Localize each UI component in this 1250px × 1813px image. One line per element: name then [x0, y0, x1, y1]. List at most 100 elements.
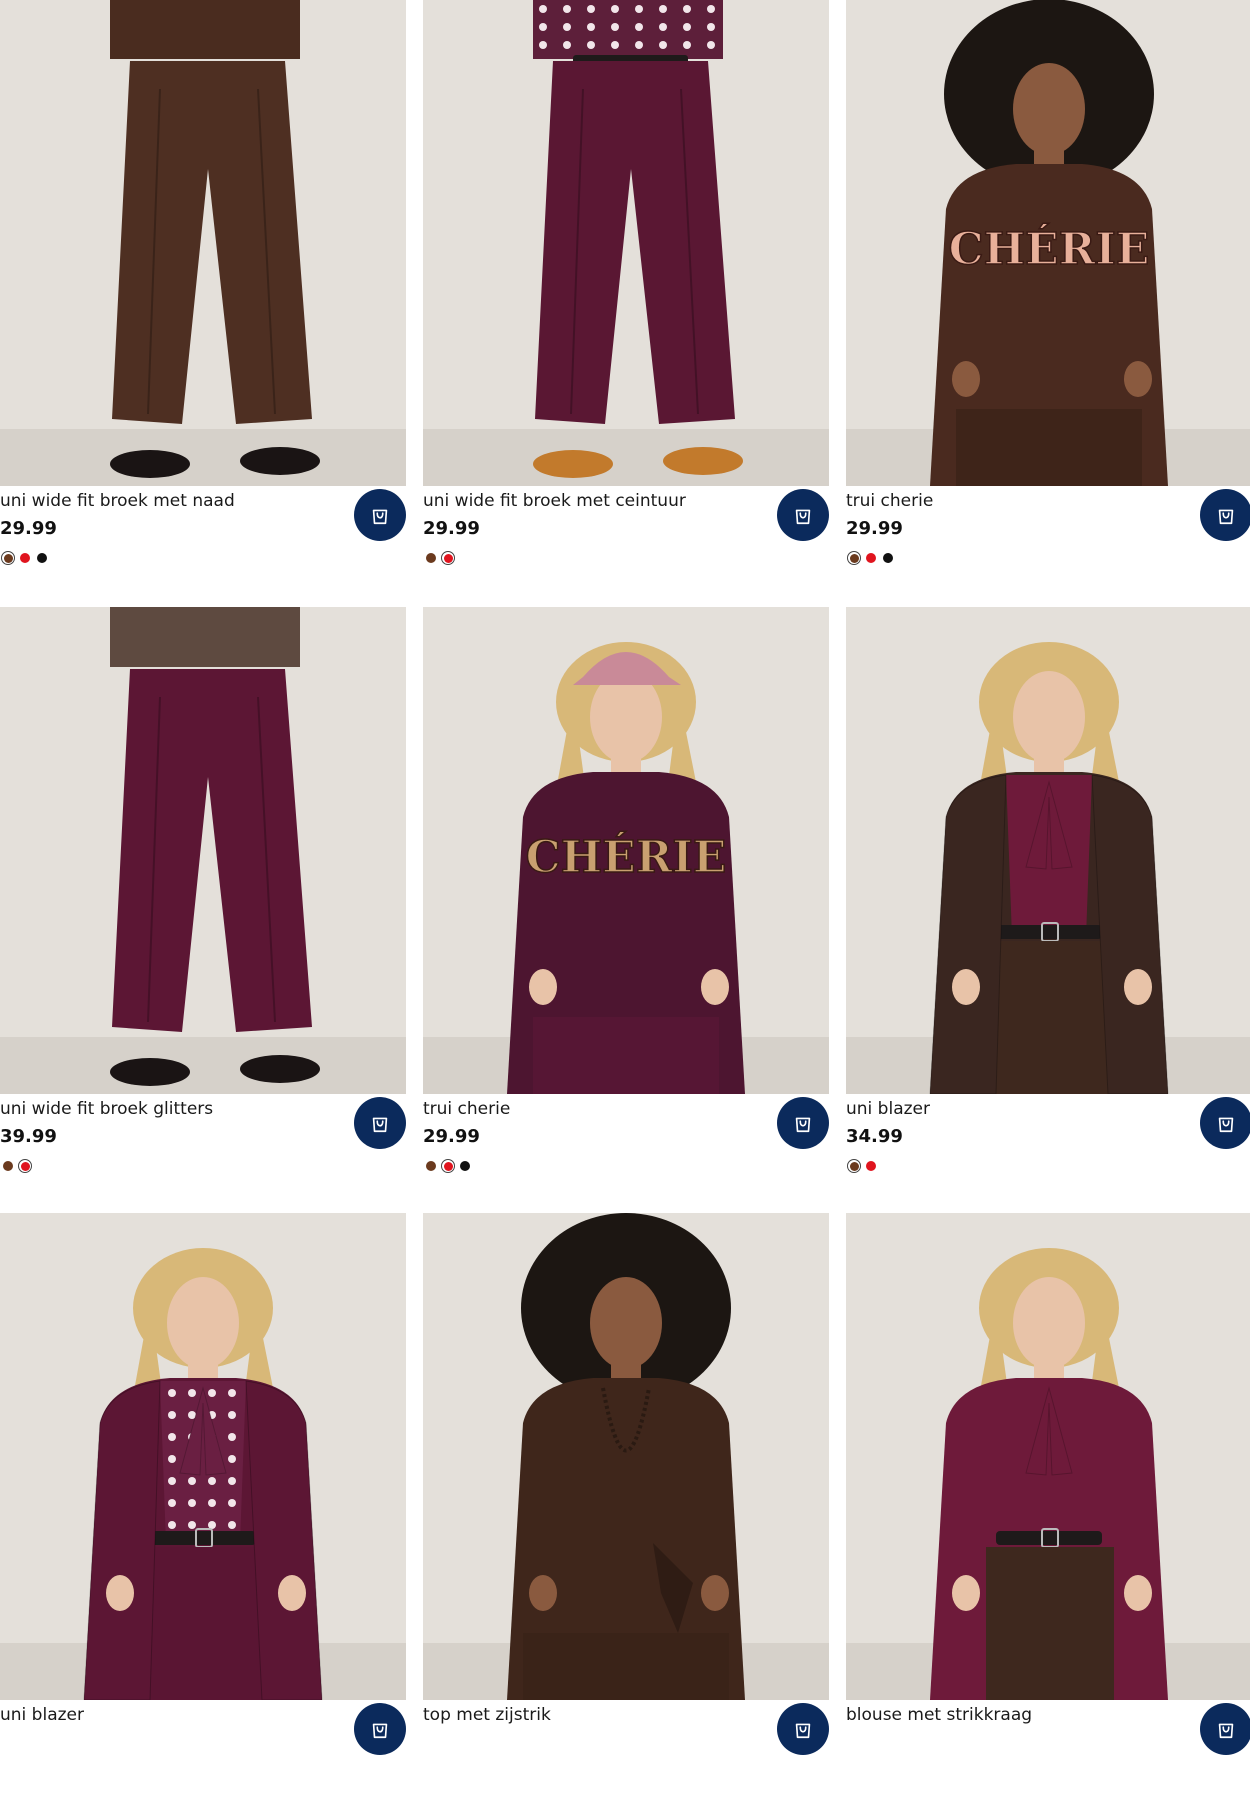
color-swatch[interactable] — [18, 1159, 32, 1173]
product-card[interactable]: blouse met strikkraag — [846, 1213, 1250, 1813]
product-image[interactable] — [0, 607, 406, 1094]
color-swatch[interactable] — [866, 553, 876, 563]
add-to-cart-button[interactable] — [354, 1703, 406, 1755]
add-to-cart-button[interactable] — [1200, 1097, 1250, 1149]
add-to-cart-button[interactable] — [354, 1097, 406, 1149]
polka-dot — [208, 1499, 216, 1507]
photo-floor — [0, 429, 406, 486]
product-card[interactable]: CHÉRIE trui cherie 29.99 — [846, 0, 1250, 599]
product-image[interactable] — [0, 1213, 406, 1700]
add-to-cart-button[interactable] — [777, 1097, 829, 1149]
model-trousers — [523, 1633, 729, 1700]
model-hand — [529, 1575, 557, 1611]
product-image[interactable] — [423, 1213, 829, 1700]
product-image[interactable] — [846, 1213, 1250, 1700]
product-image[interactable] — [423, 0, 829, 486]
color-swatch[interactable] — [883, 553, 893, 563]
shoe — [240, 1055, 320, 1083]
model-hand — [952, 361, 980, 397]
shopping-bag-icon — [372, 1723, 388, 1739]
product-price: 29.99 — [0, 518, 57, 539]
color-swatch[interactable] — [426, 1161, 436, 1171]
shopping-bag-icon — [372, 509, 388, 525]
product-card[interactable]: uni wide fit broek met naad 29.99 — [0, 0, 406, 599]
product-card[interactable]: uni blazer 34.99 — [846, 607, 1250, 1207]
polka-dot — [611, 23, 619, 31]
product-image[interactable] — [0, 0, 406, 486]
shoe — [663, 447, 743, 475]
polka-dot — [635, 23, 643, 31]
product-name[interactable]: blouse met strikkraag — [846, 1705, 1032, 1725]
polka-dot — [683, 23, 691, 31]
polka-dot — [563, 23, 571, 31]
add-to-cart-button[interactable] — [777, 1703, 829, 1755]
model-face — [1013, 1277, 1085, 1369]
product-card[interactable]: uni wide fit broek glitters 39.99 — [0, 607, 406, 1207]
color-swatches — [423, 550, 457, 566]
belt — [996, 1531, 1102, 1545]
polka-dot — [563, 5, 571, 13]
color-swatch[interactable] — [847, 551, 861, 565]
product-name[interactable]: top met zijstrik — [423, 1705, 551, 1725]
color-swatch[interactable] — [866, 1161, 876, 1171]
color-swatch[interactable] — [441, 1159, 455, 1173]
color-swatch[interactable] — [426, 553, 436, 563]
polka-dot — [587, 41, 595, 49]
bag-handle — [1222, 1120, 1230, 1127]
product-image[interactable]: CHÉRIE — [423, 607, 829, 1094]
product-photo: CHÉRIE — [846, 0, 1250, 486]
color-swatch[interactable] — [460, 1161, 470, 1171]
product-card[interactable]: CHÉRIE trui cherie 29.99 — [423, 607, 829, 1207]
polka-dot — [168, 1389, 176, 1397]
product-photo — [0, 1213, 406, 1700]
product-name[interactable]: uni wide fit broek glitters — [0, 1099, 213, 1119]
polka-dot — [188, 1521, 196, 1529]
product-card[interactable]: top met zijstrik — [423, 1213, 829, 1813]
product-price: 29.99 — [846, 518, 903, 539]
product-name[interactable]: trui cherie — [846, 491, 933, 511]
bag-body — [1218, 1723, 1234, 1739]
bag-handle — [799, 1120, 807, 1127]
polka-dot — [188, 1389, 196, 1397]
product-price: 29.99 — [423, 1126, 480, 1147]
model-face — [1013, 671, 1085, 763]
shopping-bag-icon — [1218, 1117, 1234, 1133]
product-card[interactable]: uni blazer — [0, 1213, 406, 1813]
color-swatch[interactable] — [3, 1161, 13, 1171]
product-name[interactable]: uni wide fit broek met naad — [0, 491, 235, 511]
polka-dot — [563, 41, 571, 49]
polka-dot — [188, 1499, 196, 1507]
product-photo — [423, 1213, 829, 1700]
product-card[interactable]: uni wide fit broek met ceintuur 29.99 — [423, 0, 829, 599]
product-name[interactable]: uni wide fit broek met ceintuur — [423, 491, 686, 511]
add-to-cart-button[interactable] — [1200, 489, 1250, 541]
color-swatch[interactable] — [441, 551, 455, 565]
product-name[interactable]: trui cherie — [423, 1099, 510, 1119]
shopping-bag-icon — [795, 509, 811, 525]
belt — [150, 1531, 256, 1545]
product-photo — [0, 607, 406, 1094]
add-to-cart-button[interactable] — [777, 489, 829, 541]
bag-body — [372, 1723, 388, 1739]
color-swatch[interactable] — [37, 553, 47, 563]
polka-dot — [683, 5, 691, 13]
color-swatches — [0, 550, 51, 566]
color-swatch[interactable] — [20, 553, 30, 563]
photo-floor — [0, 1037, 406, 1094]
model-hand — [952, 1575, 980, 1611]
product-image[interactable] — [846, 607, 1250, 1094]
color-swatch[interactable] — [1, 551, 15, 565]
add-to-cart-button[interactable] — [354, 489, 406, 541]
model-hand — [1124, 1575, 1152, 1611]
bag-body — [1218, 509, 1234, 525]
product-name[interactable]: uni blazer — [0, 1705, 84, 1725]
bag-handle — [376, 1726, 384, 1733]
bag-handle — [376, 512, 384, 519]
color-swatch[interactable] — [847, 1159, 861, 1173]
add-to-cart-button[interactable] — [1200, 1703, 1250, 1755]
shoe — [533, 450, 613, 478]
color-swatches — [0, 1158, 34, 1174]
product-image[interactable]: CHÉRIE — [846, 0, 1250, 486]
product-name[interactable]: uni blazer — [846, 1099, 930, 1119]
polka-dot — [168, 1477, 176, 1485]
